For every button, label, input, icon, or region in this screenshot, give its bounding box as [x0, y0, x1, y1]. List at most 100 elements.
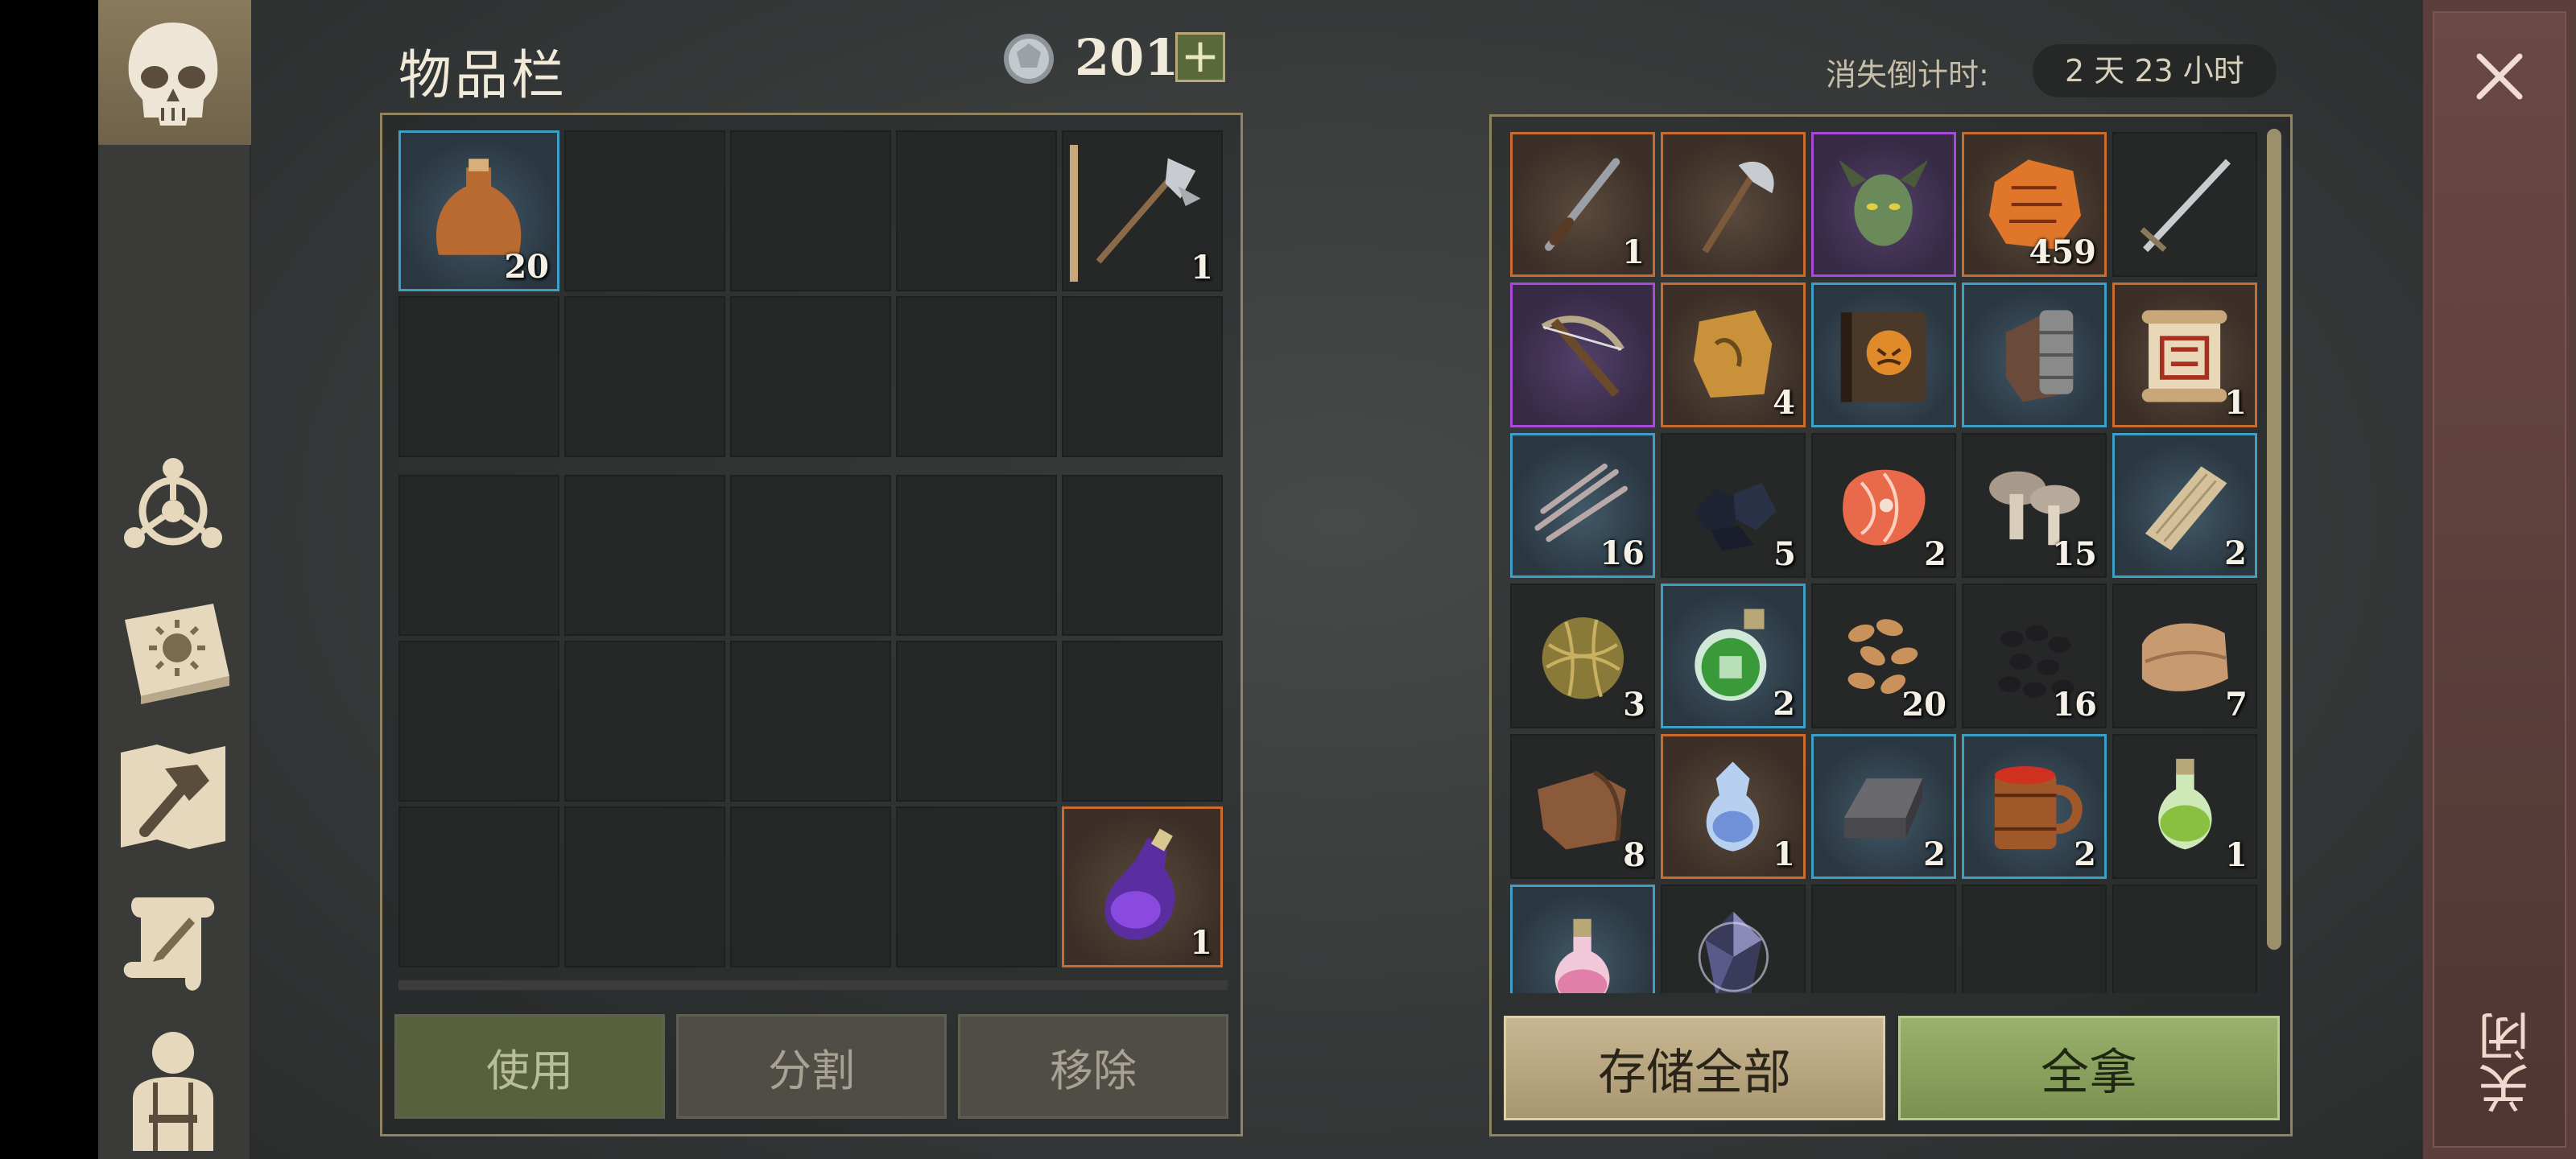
stash-slot[interactable]: 2: [1811, 734, 1956, 879]
stash-slot[interactable]: 8: [1510, 734, 1655, 879]
stash-slot[interactable]: 2: [1962, 734, 2107, 879]
inventory-slot[interactable]: [564, 475, 725, 636]
stash-slot[interactable]: [2112, 885, 2257, 993]
inventory-slot[interactable]: [896, 641, 1057, 802]
inventory-slot[interactable]: 1: [1062, 806, 1223, 967]
tech-wheel-icon[interactable]: [105, 439, 242, 575]
split-button[interactable]: 分割: [676, 1014, 947, 1119]
item-count: 1: [2225, 836, 2248, 874]
inventory-slot[interactable]: [896, 806, 1057, 967]
inventory-slot[interactable]: [896, 296, 1057, 457]
item-count: 1: [2224, 384, 2247, 422]
take-all-button[interactable]: 全拿: [1898, 1016, 2280, 1120]
stash-slot[interactable]: 1: [2112, 283, 2257, 427]
close-panel-frame[interactable]: [2433, 11, 2566, 1148]
item-count: 2: [1923, 835, 1946, 873]
page-title: 物品栏: [398, 44, 568, 106]
inventory-slot[interactable]: [730, 130, 891, 291]
item-count: 2: [2224, 534, 2247, 572]
item-count: 4: [1773, 384, 1795, 422]
inventory-slot[interactable]: [730, 296, 891, 457]
stash-grid: 1 459 4 1 16 5 2 15 2 3 2 20 16 7 8 1 2 2 1: [1510, 132, 2267, 993]
item-count: 1: [1191, 249, 1213, 287]
stash-slot[interactable]: 15: [1962, 433, 2107, 578]
character-icon[interactable]: [105, 1018, 242, 1155]
inventory-slot[interactable]: [564, 806, 725, 967]
stash-slot[interactable]: [1962, 885, 2107, 993]
inventory-slot[interactable]: [1062, 475, 1223, 636]
skull-icon[interactable]: [105, 6, 242, 143]
inventory-slot[interactable]: [564, 130, 725, 291]
stash-slot[interactable]: 1: [2112, 734, 2257, 879]
stash-slot[interactable]: [2112, 132, 2257, 277]
inventory-slot[interactable]: [896, 475, 1057, 636]
item-count: 1: [1622, 233, 1645, 271]
item-count: 20: [504, 248, 549, 286]
inventory-scrollbar[interactable]: [398, 980, 1228, 990]
stash-slot[interactable]: 20: [1811, 584, 1956, 728]
inventory-slot[interactable]: [564, 641, 725, 802]
use-button[interactable]: 使用: [394, 1014, 665, 1119]
stash-slot[interactable]: [1811, 132, 1956, 277]
add-currency-button[interactable]: +: [1175, 32, 1225, 82]
silver-coin-icon: [1002, 32, 1055, 85]
stash-slot[interactable]: 5: [1661, 433, 1806, 578]
inventory-slot[interactable]: [730, 641, 891, 802]
item-count: 2: [1773, 685, 1795, 723]
item-count: 16: [1600, 534, 1645, 572]
stash-slot[interactable]: [1510, 283, 1655, 427]
inventory-slot[interactable]: [1062, 296, 1223, 457]
stash-slot[interactable]: 2: [1811, 433, 1956, 578]
inventory-grid: 20 1: [398, 130, 1228, 457]
stash-slot[interactable]: 4: [1661, 283, 1806, 427]
inventory-slot[interactable]: [398, 296, 559, 457]
item-count: 2: [2074, 835, 2096, 873]
stash-slot[interactable]: [1661, 132, 1806, 277]
item-count: 15: [2052, 535, 2097, 573]
currency-amount: 201: [1075, 28, 1179, 87]
countdown-value: 2 天 23 小时: [2033, 44, 2277, 97]
stash-slot[interactable]: [1510, 885, 1655, 993]
inventory-slot[interactable]: 20: [398, 130, 559, 291]
stash-scroll-thumb[interactable]: [2267, 129, 2281, 950]
close-button[interactable]: 关闭: [2471, 982, 2538, 1143]
stash-slot[interactable]: [1811, 885, 1956, 993]
inventory-slot[interactable]: [398, 641, 559, 802]
inventory-slot[interactable]: [730, 475, 891, 636]
item-count: 16: [2052, 686, 2097, 724]
inventory-slot[interactable]: 1: [1062, 130, 1223, 291]
stash-slot[interactable]: 459: [1962, 132, 2107, 277]
item-count: 20: [1901, 686, 1946, 724]
screen-edge: [0, 0, 98, 1159]
item-count: 1: [1773, 835, 1795, 873]
stash-slot[interactable]: [1811, 283, 1956, 427]
store-all-button[interactable]: 存储全部: [1504, 1016, 1885, 1120]
close-icon[interactable]: [2463, 40, 2536, 113]
inventory-slot[interactable]: [398, 806, 559, 967]
stash-slot[interactable]: [1661, 885, 1806, 993]
hammer-map-icon[interactable]: [105, 728, 242, 865]
stash-slot[interactable]: 1: [1661, 734, 1806, 879]
inventory-slot[interactable]: [896, 130, 1057, 291]
inventory-slot[interactable]: [730, 806, 891, 967]
stash-slot[interactable]: 2: [2112, 433, 2257, 578]
stash-slot[interactable]: 2: [1661, 584, 1806, 728]
stash-slot[interactable]: 3: [1510, 584, 1655, 728]
item-count: 1: [1190, 924, 1212, 962]
sun-book-icon[interactable]: [105, 584, 242, 720]
quest-scroll-icon[interactable]: [105, 873, 242, 1010]
inventory-slot[interactable]: [398, 475, 559, 636]
inventory-slot[interactable]: [564, 296, 725, 457]
stash-slot[interactable]: 16: [1510, 433, 1655, 578]
stash-slot[interactable]: [1962, 283, 2107, 427]
item-count: 7: [2225, 686, 2248, 724]
remove-button[interactable]: 移除: [958, 1014, 1228, 1119]
durability-bar: [1070, 145, 1078, 282]
stash-slot[interactable]: 1: [1510, 132, 1655, 277]
inventory-grid-lower: 1: [398, 475, 1228, 967]
inventory-slot[interactable]: [1062, 641, 1223, 802]
item-count: 3: [1623, 686, 1645, 724]
stash-slot[interactable]: 16: [1962, 584, 2107, 728]
item-count: 2: [1924, 535, 1946, 573]
stash-slot[interactable]: 7: [2112, 584, 2257, 728]
